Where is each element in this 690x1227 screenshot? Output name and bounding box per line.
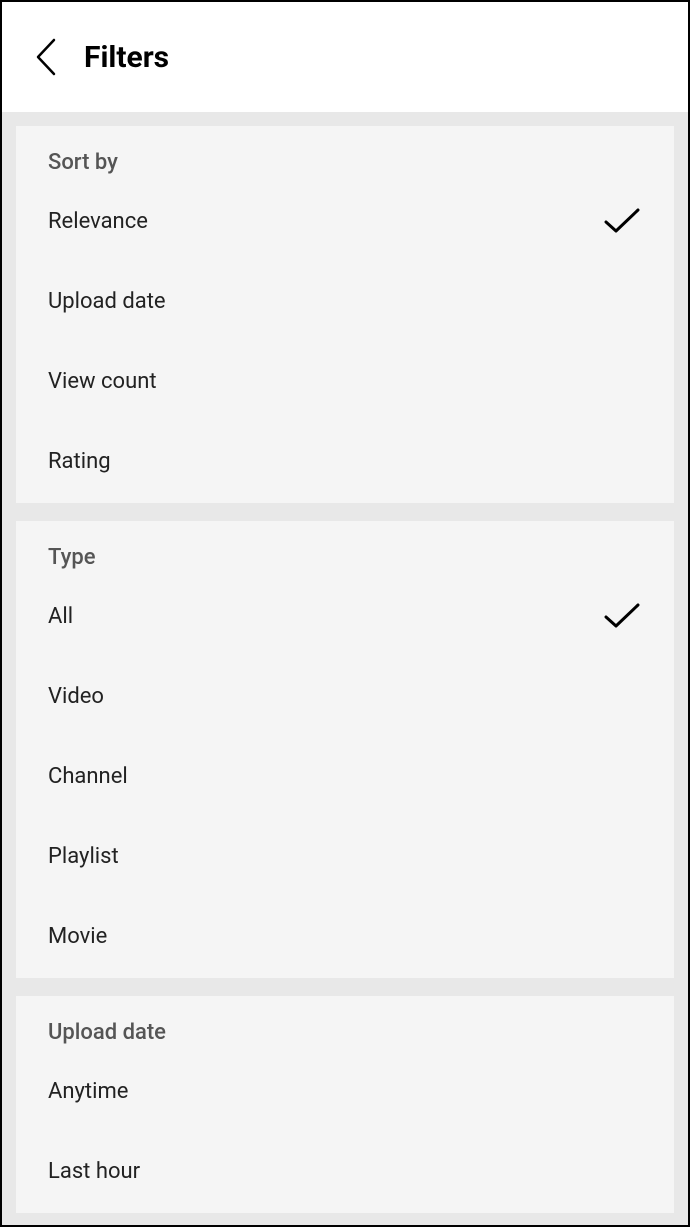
option-label: All — [48, 604, 73, 629]
option-label: Playlist — [48, 844, 119, 869]
page-title: Filters — [84, 40, 169, 75]
checkmark-icon — [602, 601, 642, 631]
section-sort-by: Sort by Relevance Upload date View count… — [16, 126, 674, 503]
option-label: Anytime — [48, 1079, 128, 1104]
option-anytime[interactable]: Anytime — [48, 1051, 642, 1131]
section-title: Upload date — [48, 1020, 642, 1045]
option-view-count[interactable]: View count — [48, 341, 642, 421]
option-upload-date[interactable]: Upload date — [48, 261, 642, 341]
option-rating[interactable]: Rating — [48, 421, 642, 501]
content-area: Sort by Relevance Upload date View count… — [2, 112, 688, 1225]
option-label: View count — [48, 369, 157, 394]
checkmark-icon — [602, 206, 642, 236]
option-label: Upload date — [48, 289, 166, 314]
option-label: Rating — [48, 449, 111, 474]
header: Filters — [2, 2, 688, 112]
option-label: Channel — [48, 764, 128, 789]
option-label: Last hour — [48, 1159, 140, 1184]
option-channel[interactable]: Channel — [48, 736, 642, 816]
option-relevance[interactable]: Relevance — [48, 181, 642, 261]
option-video[interactable]: Video — [48, 656, 642, 736]
back-icon[interactable] — [26, 37, 66, 77]
option-all[interactable]: All — [48, 576, 642, 656]
option-movie[interactable]: Movie — [48, 896, 642, 976]
section-upload-date: Upload date Anytime Last hour — [16, 996, 674, 1213]
option-label: Movie — [48, 924, 107, 949]
section-title: Type — [48, 545, 642, 570]
option-last-hour[interactable]: Last hour — [48, 1131, 642, 1211]
section-title: Sort by — [48, 150, 642, 175]
option-label: Relevance — [48, 209, 148, 234]
option-label: Video — [48, 684, 104, 709]
checkmark-icon — [602, 1076, 642, 1106]
option-playlist[interactable]: Playlist — [48, 816, 642, 896]
section-type: Type All Video Channel Playlist Movie — [16, 521, 674, 978]
